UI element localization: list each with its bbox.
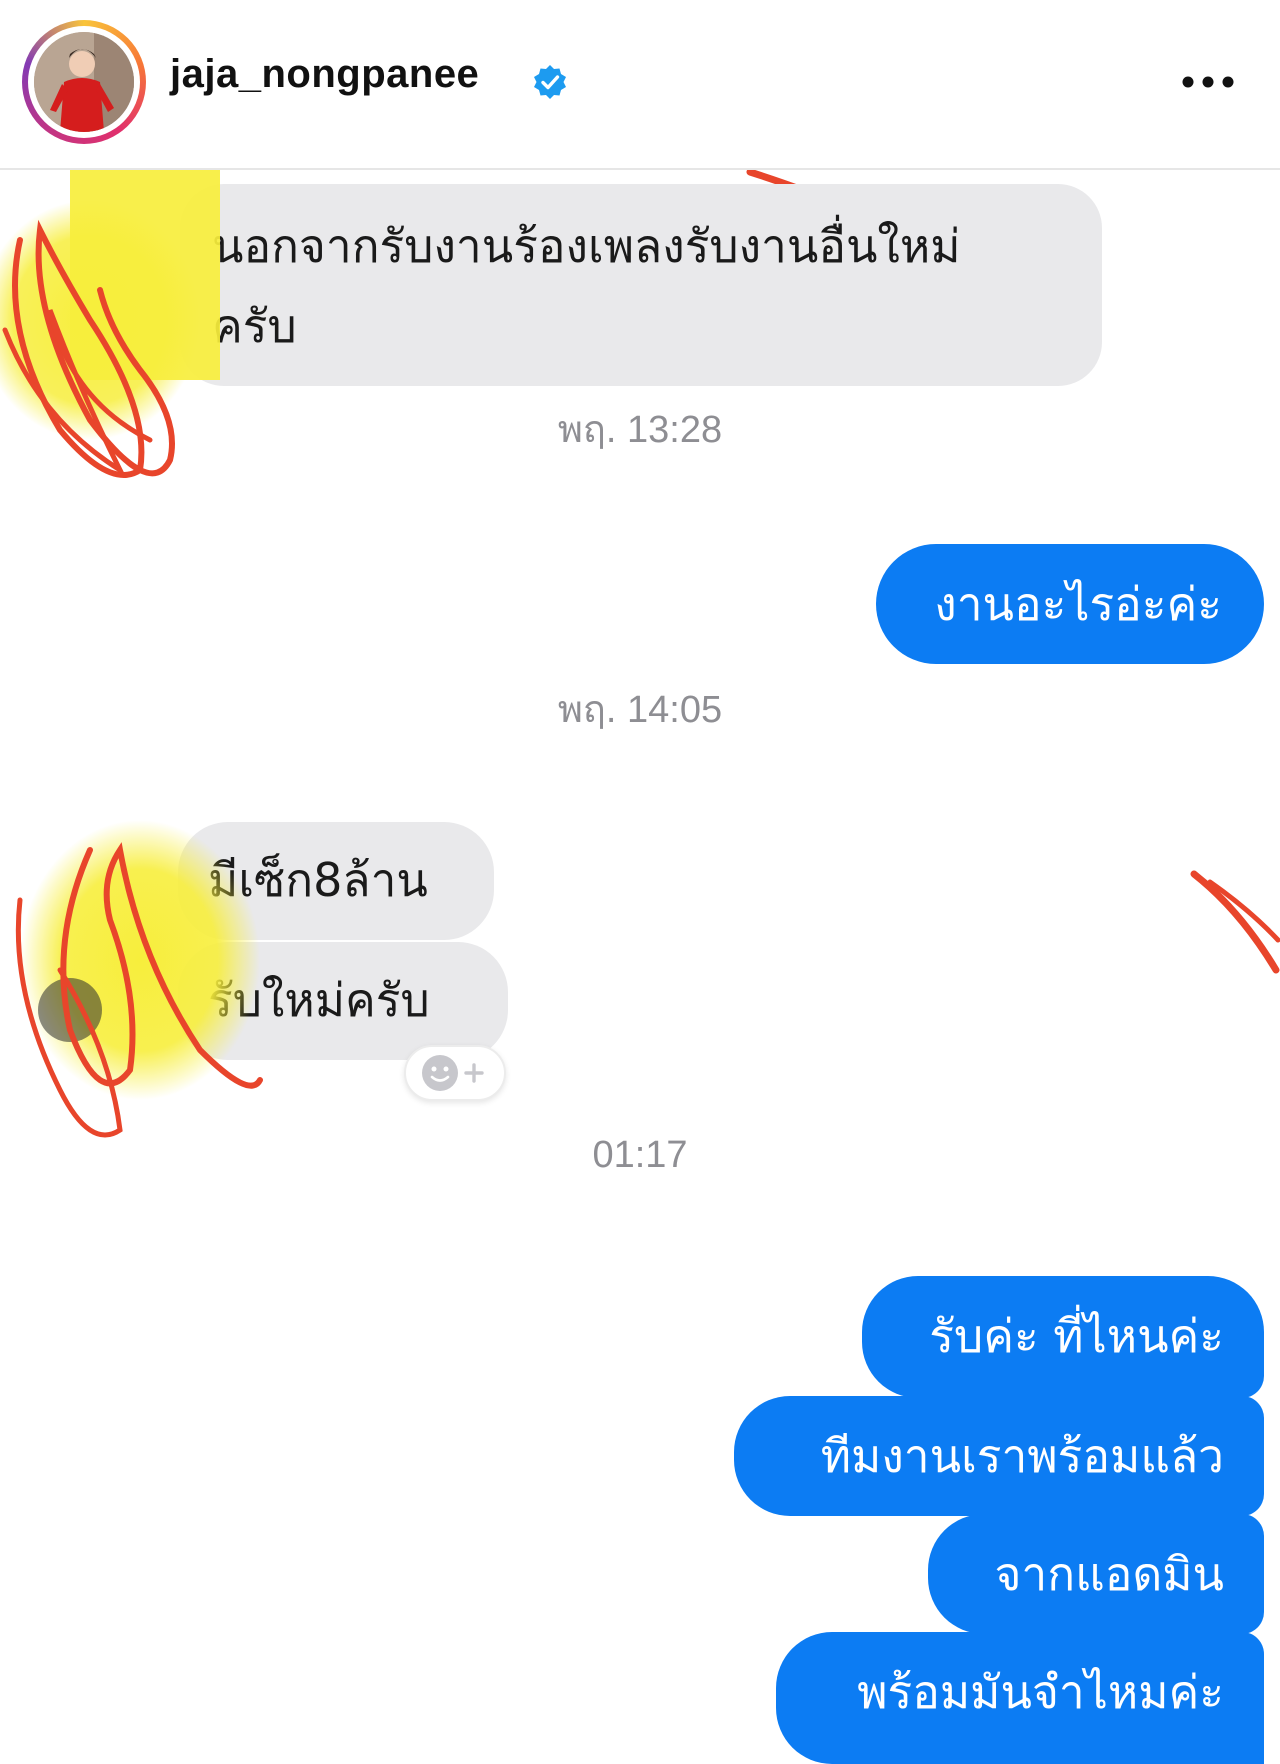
- chat-screenshot: นอกจากรับงานร้องเพลงรับงานอื่นใหม่ ครับ …: [0, 170, 1280, 1764]
- message-text: รับใหม่ครับ: [208, 973, 430, 1027]
- incoming-message-bubble: นอกจากรับงานร้องเพลงรับงานอื่นใหม่ ครับ: [180, 184, 1102, 386]
- message-text: รับค่ะ ที่ไหนค่ะ: [929, 1309, 1224, 1363]
- timestamp: พฤ. 13:28: [557, 409, 723, 451]
- message-text: จากแอดมิน: [994, 1547, 1224, 1601]
- outgoing-message-bubble: งานอะไรอ่ะค่ะ: [876, 544, 1264, 664]
- add-reaction-button[interactable]: [404, 1045, 506, 1101]
- verified-badge-icon: [534, 65, 566, 99]
- add-reaction-icon: [422, 1055, 484, 1091]
- message-text: ทีมงานเราพร้อมแล้ว: [820, 1429, 1224, 1483]
- outgoing-message-bubble: รับค่ะ ที่ไหนค่ะ: [862, 1276, 1264, 1398]
- incoming-message-bubble: มีเซ็ก8ล้าน: [178, 822, 494, 940]
- username[interactable]: jaja_nongpanee: [170, 52, 479, 97]
- timestamp: พฤ. 14:05: [557, 689, 723, 731]
- outgoing-message-bubble: ทีมงานเราพร้อมแล้ว: [734, 1396, 1264, 1516]
- outgoing-message-bubble: จากแอดมิน: [928, 1514, 1264, 1634]
- message-text: งานอะไรอ่ะค่ะ: [934, 577, 1222, 631]
- outgoing-message-bubble: พร้อมมันจำไหมค่ะ: [776, 1632, 1264, 1764]
- more-options-icon[interactable]: [1180, 72, 1236, 92]
- redaction-stroke-right: [1190, 870, 1280, 974]
- message-text: พร้อมมันจำไหมค่ะ: [857, 1665, 1224, 1719]
- avatar-figure-icon: [34, 32, 134, 132]
- avatar-border: [28, 26, 140, 138]
- post-header: jaja_nongpanee: [0, 0, 1280, 170]
- timestamp: 01:17: [592, 1134, 688, 1176]
- message-text: มีเซ็ก8ล้าน: [208, 853, 428, 907]
- avatar-photo: [34, 32, 134, 132]
- message-text: นอกจากรับงานร้องเพลงรับงานอื่นใหม่: [212, 219, 961, 273]
- profile-avatar[interactable]: [22, 20, 146, 144]
- incoming-message-bubble: รับใหม่ครับ: [178, 942, 508, 1060]
- message-text: ครับ: [212, 299, 297, 353]
